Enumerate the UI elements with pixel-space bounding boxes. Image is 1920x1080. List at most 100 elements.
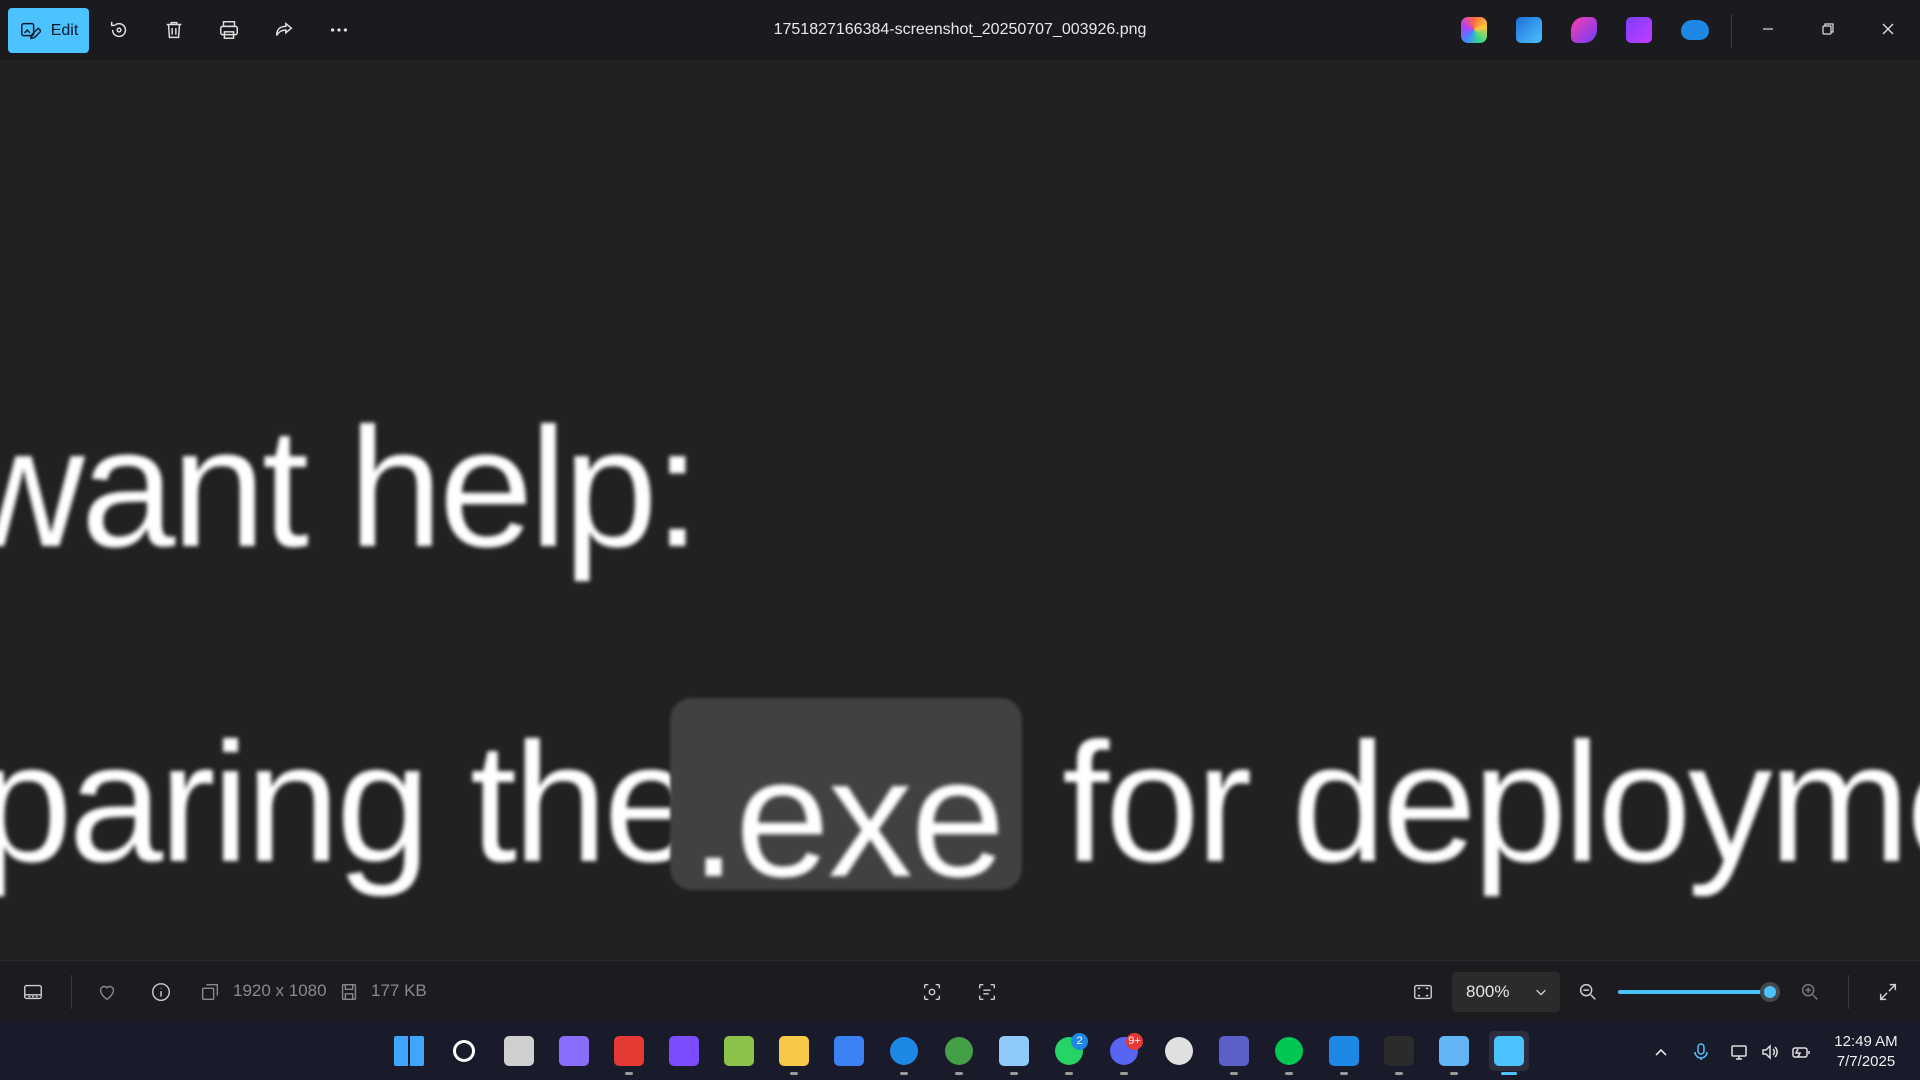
scan-text-icon bbox=[978, 983, 996, 1001]
taskbar-app-vs-code[interactable] bbox=[1324, 1031, 1364, 1075]
photos-mountain-icon bbox=[1439, 1036, 1469, 1066]
zoomed-text-line-1: want help: bbox=[0, 393, 701, 583]
volume-button[interactable] bbox=[1758, 1040, 1782, 1064]
onedrive-icon[interactable] bbox=[1681, 20, 1709, 40]
clipchamp-icon[interactable] bbox=[1571, 17, 1597, 43]
close-button[interactable] bbox=[1858, 0, 1918, 58]
minimize-button[interactable] bbox=[1738, 0, 1798, 58]
running-indicator bbox=[1450, 1072, 1458, 1075]
taskbar-app-start[interactable] bbox=[389, 1031, 429, 1071]
inline-code-text: .exe bbox=[690, 723, 1005, 913]
taskbar-app-file-explorer[interactable] bbox=[774, 1031, 814, 1075]
taskbar-app-task-view[interactable] bbox=[499, 1031, 539, 1071]
copilot-icon[interactable] bbox=[1461, 17, 1487, 43]
zoom-slider-fill[interactable] bbox=[1618, 990, 1770, 994]
designer-icon[interactable] bbox=[1626, 17, 1652, 43]
running-indicator bbox=[1065, 1072, 1073, 1075]
delete-button[interactable] bbox=[159, 15, 189, 45]
discord-notification-badge: 9+ bbox=[1126, 1033, 1143, 1050]
taskbar-app-search[interactable] bbox=[444, 1031, 484, 1071]
running-indicator bbox=[1230, 1072, 1238, 1075]
rotate-button[interactable] bbox=[104, 15, 134, 45]
zoomed-text-before-code: paring the bbox=[0, 708, 698, 898]
zoom-out-button[interactable] bbox=[1575, 979, 1601, 1005]
teams-icon bbox=[1219, 1036, 1249, 1066]
running-indicator bbox=[1395, 1072, 1403, 1075]
restore-button[interactable] bbox=[1798, 0, 1858, 58]
zoom-level-select[interactable]: 800% bbox=[1452, 972, 1560, 1012]
taskbar-app-app-chameleon[interactable] bbox=[719, 1031, 759, 1071]
taskbar-app-photos-mountain[interactable] bbox=[1434, 1031, 1474, 1075]
heart-icon bbox=[99, 985, 115, 1001]
visual-search-button[interactable] bbox=[919, 979, 945, 1005]
taskbar-app-chatgpt[interactable] bbox=[1159, 1031, 1199, 1071]
running-indicator bbox=[1120, 1072, 1128, 1075]
taskbar-app-chrome[interactable] bbox=[939, 1031, 979, 1075]
rotate-icon bbox=[110, 21, 127, 38]
taskbar-app-terminal[interactable] bbox=[1379, 1031, 1419, 1075]
visual-studio-icon bbox=[669, 1036, 699, 1066]
taskbar-app-copilot[interactable] bbox=[554, 1031, 594, 1071]
share-button[interactable] bbox=[269, 15, 299, 45]
running-indicator bbox=[625, 1072, 633, 1075]
running-indicator bbox=[790, 1072, 798, 1075]
fit-to-window-icon bbox=[1414, 984, 1432, 1000]
whatsapp-notification-badge: 2 bbox=[1071, 1033, 1088, 1050]
show-hidden-icons-button[interactable] bbox=[1649, 1040, 1673, 1064]
snipping-tool-icon bbox=[614, 1036, 644, 1066]
chatgpt-icon bbox=[1165, 1037, 1193, 1065]
running-indicator bbox=[900, 1072, 908, 1075]
zoom-in-button[interactable] bbox=[1797, 979, 1823, 1005]
edit-button[interactable]: Edit bbox=[8, 8, 89, 53]
chrome-icon bbox=[945, 1037, 973, 1065]
photos-icon bbox=[1494, 1036, 1524, 1066]
photos-app-window: Edit 1751827166384-screenshot_20250707_0… bbox=[0, 0, 1920, 1080]
zoom-in-icon bbox=[1801, 983, 1818, 1000]
taskbar-app-discord[interactable]: 9+ bbox=[1104, 1031, 1144, 1075]
running-indicator bbox=[1340, 1072, 1348, 1075]
chevron-up-icon bbox=[1655, 1048, 1667, 1056]
info-icon bbox=[152, 983, 170, 1001]
print-icon bbox=[220, 21, 238, 39]
edit-button-label: Edit bbox=[50, 21, 79, 39]
file-info-button[interactable] bbox=[148, 979, 174, 1005]
scan-text-button[interactable] bbox=[974, 979, 1000, 1005]
system-clock[interactable]: 12:49 AM 7/7/2025 bbox=[1816, 1032, 1916, 1072]
taskbar-app-whatsapp[interactable]: 2 bbox=[1049, 1031, 1089, 1075]
fit-to-window-button[interactable] bbox=[1410, 979, 1436, 1005]
taskbar-app-visual-studio[interactable] bbox=[664, 1031, 704, 1071]
top-toolbar: Edit 1751827166384-screenshot_20250707_0… bbox=[0, 0, 1920, 60]
more-options-button[interactable] bbox=[324, 15, 354, 45]
taskbar-app-microsoft-store[interactable] bbox=[829, 1031, 869, 1071]
visual-search-icon bbox=[923, 983, 941, 1001]
terminal-icon bbox=[1384, 1036, 1414, 1066]
microsoft-store-icon bbox=[834, 1036, 864, 1066]
fullscreen-button[interactable] bbox=[1875, 979, 1901, 1005]
favorite-button[interactable] bbox=[94, 979, 120, 1005]
start-icon bbox=[394, 1036, 424, 1066]
photos-icon[interactable] bbox=[1516, 17, 1542, 43]
taskbar-app-snipping-tool[interactable] bbox=[609, 1031, 649, 1075]
taskbar-app-mongodb-compass[interactable] bbox=[1269, 1031, 1309, 1075]
network-button[interactable] bbox=[1728, 1040, 1752, 1064]
network-icon bbox=[1731, 1045, 1747, 1060]
image-dimensions: 1920 x 1080 bbox=[233, 981, 327, 1000]
remote-desktop-icon bbox=[999, 1036, 1029, 1066]
zoom-level-value: 800% bbox=[1466, 982, 1510, 1001]
taskbar-app-photos[interactable] bbox=[1489, 1031, 1529, 1075]
battery-icon bbox=[1792, 1047, 1810, 1058]
info-divider-right bbox=[1848, 975, 1849, 1009]
zoom-slider-thumb[interactable] bbox=[1760, 982, 1780, 1002]
taskbar-app-remote-desktop[interactable] bbox=[994, 1031, 1034, 1075]
zoom-out-icon bbox=[1579, 983, 1596, 1000]
taskbar-app-edge[interactable] bbox=[884, 1031, 924, 1075]
taskbar-app-teams[interactable] bbox=[1214, 1031, 1254, 1075]
filmstrip-button[interactable] bbox=[20, 979, 46, 1005]
microphone-button[interactable] bbox=[1689, 1040, 1713, 1064]
image-canvas[interactable]: want help: paring the .exe for deploymer bbox=[0, 60, 1920, 960]
battery-button[interactable] bbox=[1789, 1040, 1813, 1064]
clock-time: 12:49 AM bbox=[1834, 1033, 1898, 1050]
microphone-icon bbox=[1694, 1043, 1708, 1060]
print-button[interactable] bbox=[214, 15, 244, 45]
running-indicator bbox=[955, 1072, 963, 1075]
